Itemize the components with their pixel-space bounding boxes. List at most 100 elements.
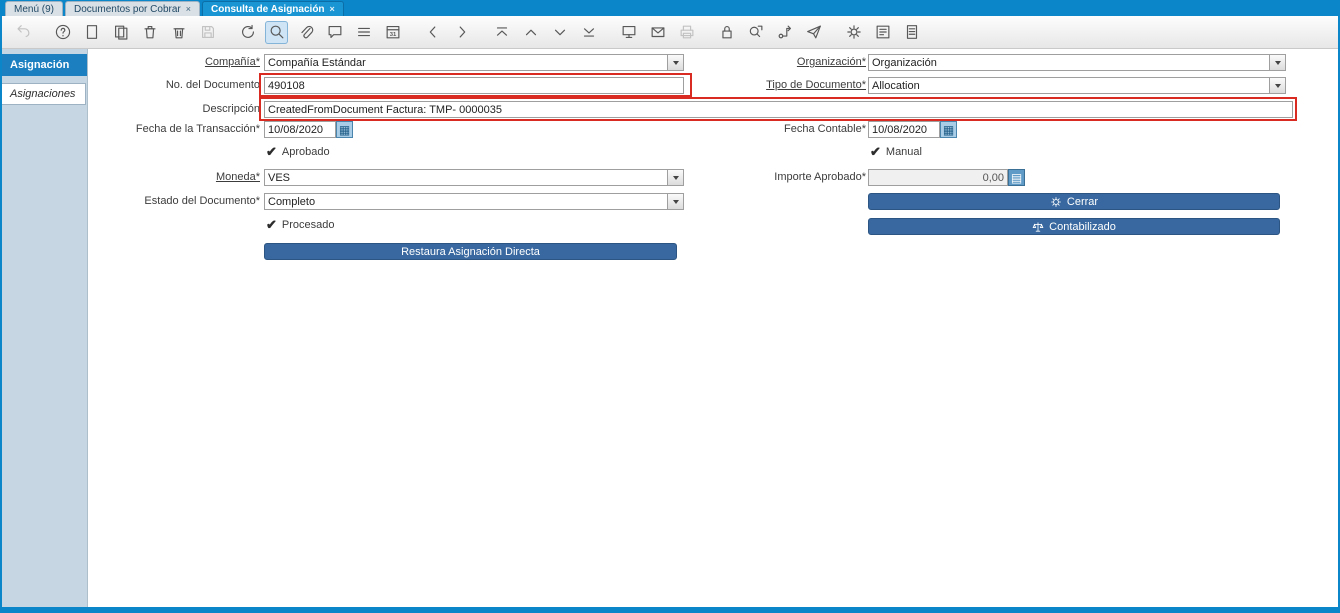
document-status-value: Completo <box>268 195 316 208</box>
processed-checkbox-row: ✔ Procesado <box>266 218 335 231</box>
requests-icon <box>622 26 635 38</box>
chat-icon <box>328 26 341 38</box>
approved-amount-input[interactable]: 0,00 <box>868 169 1008 186</box>
accounting-date-label: Fecha Contable* <box>784 123 866 135</box>
attachment-icon <box>300 25 313 39</box>
next-tab-icon <box>459 26 465 38</box>
lock-icon <box>721 26 732 39</box>
calendar-button[interactable]: 31 <box>381 21 404 44</box>
delete-record-icon <box>143 26 156 39</box>
close-document-button[interactable]: Cerrar <box>868 193 1280 210</box>
tab-documentos-por-cobrar[interactable]: Documentos por Cobrar × <box>65 1 200 16</box>
posted-button[interactable]: Contabilizado <box>868 218 1280 235</box>
document-no-value: 490108 <box>268 79 305 92</box>
send-mail-button[interactable] <box>802 21 825 44</box>
next-tab-button[interactable] <box>450 21 473 44</box>
tab-consulta-label: Consulta de Asignación <box>211 3 325 15</box>
last-record-button[interactable] <box>577 21 600 44</box>
transaction-date-calendar-icon[interactable]: ▦ <box>336 121 353 138</box>
previous-tab-icon <box>429 26 435 38</box>
company-label[interactable]: Compañía* <box>88 56 260 68</box>
document-status-combobox[interactable]: Completo <box>264 193 684 210</box>
next-record-button[interactable] <box>548 21 571 44</box>
document-type-combobox[interactable]: Allocation <box>868 77 1286 94</box>
restore-direct-allocation-label: Restaura Asignación Directa <box>401 245 540 258</box>
document-type-label[interactable]: Tipo de Documento* <box>666 79 866 91</box>
refresh-icon <box>241 24 254 38</box>
processed-label: Procesado <box>281 218 335 231</box>
organization-label[interactable]: Organización* <box>666 56 866 68</box>
close-tab-icon[interactable]: × <box>186 4 191 14</box>
approved-checkbox[interactable]: ✔ <box>266 145 277 158</box>
restore-direct-allocation-button[interactable]: Restaura Asignación Directa <box>264 243 677 260</box>
preferences-gear-icon <box>846 25 861 39</box>
close-document-label: Cerrar <box>1066 195 1099 208</box>
accounting-date-input[interactable]: 10/08/2020 <box>868 121 940 138</box>
transaction-date-input[interactable]: 10/08/2020 <box>264 121 336 138</box>
first-record-icon <box>496 27 507 36</box>
document-no-input[interactable]: 490108 <box>264 77 684 94</box>
help-button[interactable] <box>51 21 74 44</box>
chevron-down-icon[interactable] <box>1269 78 1285 93</box>
first-record-button[interactable] <box>490 21 513 44</box>
archive-button[interactable] <box>646 21 669 44</box>
description-input[interactable]: CreatedFromDocument Factura: TMP- 000003… <box>264 101 1293 118</box>
copy-record-button[interactable] <box>109 21 132 44</box>
save-icon <box>201 26 214 38</box>
document-status-label: Estado del Documento* <box>144 195 260 207</box>
report-icon <box>906 25 917 39</box>
chevron-down-icon[interactable] <box>1269 55 1285 70</box>
find-button[interactable] <box>265 20 288 44</box>
export-button[interactable] <box>871 21 894 44</box>
svg-text:31: 31 <box>389 32 396 38</box>
delete-record-button[interactable] <box>138 21 161 44</box>
window-tabbar: Menú (9) Documentos por Cobrar × Consult… <box>2 0 1338 16</box>
currency-label[interactable]: Moneda* <box>88 171 260 183</box>
sidebar-tab-asignacion[interactable]: Asignación <box>2 54 87 76</box>
calculator-icon[interactable]: ▤ <box>1008 169 1025 186</box>
accounting-date-calendar-icon[interactable]: ▦ <box>940 121 957 138</box>
requests-button[interactable] <box>617 21 640 44</box>
currency-combobox[interactable]: VES <box>264 169 684 186</box>
export-icon <box>876 25 889 39</box>
save-button[interactable] <box>196 21 219 44</box>
workflow-button[interactable] <box>773 21 796 44</box>
new-record-icon <box>86 25 97 39</box>
chat-button[interactable] <box>323 21 346 44</box>
report-button[interactable] <box>900 21 923 44</box>
sidebar-tab-asignaciones[interactable]: Asignaciones <box>2 83 86 105</box>
accounting-date-value: 10/08/2020 <box>872 123 928 136</box>
previous-record-button[interactable] <box>519 21 542 44</box>
delete-selection-icon <box>172 28 185 39</box>
manual-checkbox[interactable]: ✔ <box>870 145 881 158</box>
zoom-across-icon <box>749 25 762 38</box>
undo-button[interactable] <box>11 21 34 44</box>
organization-combobox[interactable]: Organización <box>868 54 1286 71</box>
undo-icon <box>16 25 29 38</box>
previous-record-icon <box>525 29 536 36</box>
approved-amount-label: Importe Aprobado* <box>774 171 866 183</box>
allocation-form: Compañía* Compañía Estándar Organización… <box>88 49 1338 607</box>
close-tab-icon[interactable]: × <box>330 4 335 14</box>
workflow-icon <box>778 25 791 39</box>
grid-toggle-button[interactable] <box>352 21 375 44</box>
tab-consulta-de-asignacion[interactable]: Consulta de Asignación × <box>202 1 344 16</box>
delete-selection-button[interactable] <box>167 21 190 44</box>
tab-menu[interactable]: Menú (9) <box>5 1 64 16</box>
new-record-button[interactable] <box>80 21 103 44</box>
processed-checkbox[interactable]: ✔ <box>266 218 277 231</box>
application-window: Menú (9) Documentos por Cobrar × Consult… <box>0 0 1340 613</box>
company-value: Compañía Estándar <box>268 56 366 69</box>
previous-tab-button[interactable] <box>421 21 444 44</box>
attachment-button[interactable] <box>294 21 317 44</box>
document-type-value: Allocation <box>872 79 920 92</box>
transaction-date-value: 10/08/2020 <box>268 123 324 136</box>
preferences-button[interactable] <box>842 21 865 44</box>
company-combobox[interactable]: Compañía Estándar <box>264 54 684 71</box>
print-button[interactable] <box>675 21 698 44</box>
zoom-across-button[interactable] <box>744 21 767 44</box>
chevron-down-icon[interactable] <box>667 194 683 209</box>
description-value: CreatedFromDocument Factura: TMP- 000003… <box>268 103 502 116</box>
private-record-lock-button[interactable] <box>715 21 738 44</box>
refresh-button[interactable] <box>236 21 259 44</box>
